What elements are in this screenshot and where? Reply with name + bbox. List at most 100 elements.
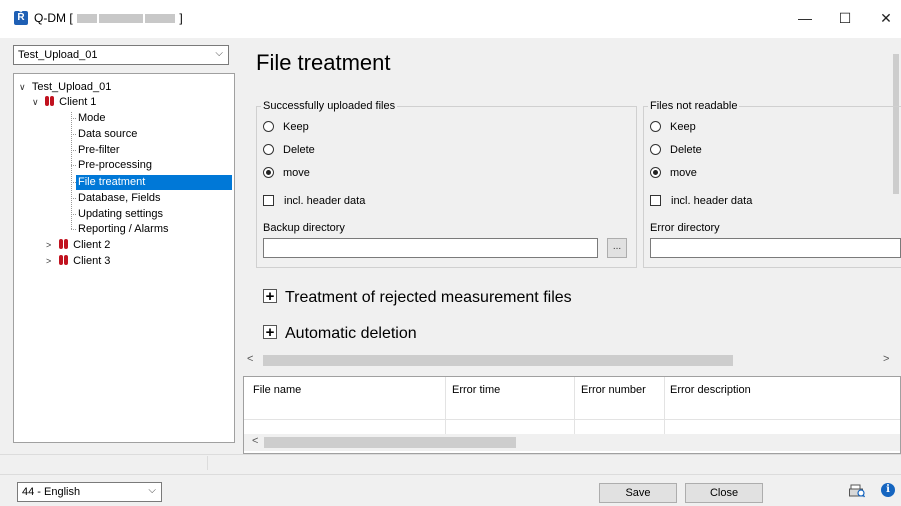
chevron-down-icon: ⌵ <box>215 48 223 59</box>
tree-item-updating-settings[interactable]: Updating settings <box>76 207 163 222</box>
language-select-value: 44 - English <box>22 486 81 498</box>
column-separator <box>664 377 665 437</box>
notreadable-move-radio[interactable]: move <box>650 166 697 180</box>
window-title: Q-DM [ ] <box>34 11 183 25</box>
expand-rejected-files[interactable]: + Treatment of rejected measurement files <box>263 288 572 308</box>
horizontal-scroll-thumb[interactable] <box>264 437 516 448</box>
column-separator <box>445 377 446 437</box>
client-icon <box>45 96 55 106</box>
expand-deletion-label: Automatic deletion <box>285 325 417 342</box>
success-move-radio[interactable]: move <box>263 166 310 180</box>
success-keep-radio[interactable]: Keep <box>263 120 309 134</box>
backup-directory-input[interactable] <box>263 238 598 258</box>
tree-item-reporting-alarms[interactable]: Reporting / Alarms <box>76 222 168 237</box>
not-readable-group-legend: Files not readable <box>650 100 738 112</box>
chevron-down-icon[interactable]: ∨ <box>32 95 42 110</box>
radio-icon[interactable] <box>263 121 274 132</box>
save-button[interactable]: Save <box>599 483 677 503</box>
tree-item-label: Data source <box>78 128 138 140</box>
radio-icon[interactable] <box>650 144 661 155</box>
expand-automatic-deletion[interactable]: + Automatic deletion <box>263 324 417 344</box>
tree-guide-line <box>71 112 72 229</box>
info-icon[interactable]: i <box>881 483 895 497</box>
column-header-error-number[interactable]: Error number <box>581 384 646 396</box>
tree-item-mode[interactable]: Mode <box>76 111 106 126</box>
column-header-error-description[interactable]: Error description <box>670 384 751 396</box>
expand-rejected-label: Treatment of rejected measurement files <box>285 289 572 306</box>
notreadable-delete-radio[interactable]: Delete <box>650 143 702 157</box>
page-title: File treatment <box>256 50 391 75</box>
tree-client-3-label: Client 3 <box>73 255 111 267</box>
window-title-suffix: ] <box>179 11 183 25</box>
plus-icon[interactable]: + <box>263 289 277 304</box>
plus-icon[interactable]: + <box>263 325 277 340</box>
column-header-file-name[interactable]: File name <box>253 384 301 396</box>
tree-item-label: Database, Fields <box>78 192 161 204</box>
radio-icon[interactable] <box>650 121 661 132</box>
redacted-text <box>99 14 144 24</box>
close-window-button[interactable]: ✕ <box>866 6 901 30</box>
browse-label: ... <box>612 241 622 252</box>
language-select[interactable]: 44 - English ⌵ <box>17 482 162 502</box>
client-icon <box>59 239 69 249</box>
tree-client-1-label: Client 1 <box>59 96 97 108</box>
radio-label: move <box>670 167 697 179</box>
tree-root[interactable]: ∨ Test_Upload_01 <box>19 80 111 95</box>
success-delete-radio[interactable]: Delete <box>263 143 315 157</box>
table-horizontal-scrollbar[interactable]: < <box>244 434 900 451</box>
notreadable-keep-radio[interactable]: Keep <box>650 120 696 134</box>
error-files-table: File name Error time Error number Error … <box>243 376 901 454</box>
minimize-button[interactable]: — <box>785 6 825 30</box>
tree-client-2-label: Client 2 <box>73 239 111 251</box>
redacted-text <box>77 14 98 24</box>
tree-item-pre-processing[interactable]: Pre-processing <box>76 158 152 173</box>
bottom-divider <box>0 474 901 475</box>
window-title-text: Q-DM [ <box>34 11 73 25</box>
tree-item-data-source[interactable]: Data source <box>76 127 137 142</box>
app-icon: Ř <box>14 11 28 25</box>
chevron-right-icon[interactable]: > <box>46 254 56 269</box>
scroll-left-icon[interactable]: < <box>252 435 258 447</box>
print-preview-icon[interactable] <box>849 484 865 498</box>
maximize-button[interactable]: ☐ <box>825 6 865 30</box>
tree-item-file-treatment[interactable]: File treatment <box>76 175 232 190</box>
navigation-tree: ∨ Test_Upload_01 ∨ Client 1 Mode Data so… <box>13 73 235 443</box>
radio-selected-icon[interactable] <box>650 167 661 178</box>
close-label: Close <box>709 487 739 499</box>
close-button[interactable]: Close <box>685 483 763 503</box>
maximize-icon: ☐ <box>838 10 852 26</box>
tree-client-2[interactable]: > Client 2 <box>46 238 110 253</box>
radio-label: move <box>283 167 310 179</box>
horizontal-scroll-thumb[interactable] <box>263 355 733 366</box>
configuration-select[interactable]: Test_Upload_01 ⌵ <box>13 45 229 65</box>
browse-button[interactable]: ... <box>607 238 627 258</box>
tree-item-database-fields[interactable]: Database, Fields <box>76 191 161 206</box>
redacted-text <box>145 14 176 24</box>
panel-horizontal-scrollbar[interactable]: < > <box>243 352 891 369</box>
radio-label: Delete <box>670 144 702 156</box>
tree-client-1[interactable]: ∨ Client 1 <box>32 95 96 110</box>
checkbox-icon[interactable] <box>650 195 661 206</box>
column-header-error-time[interactable]: Error time <box>452 384 500 396</box>
success-group-legend: Successfully uploaded files <box>263 100 396 112</box>
tree-item-label: Updating settings <box>78 208 163 220</box>
tree-client-3[interactable]: > Client 3 <box>46 254 110 269</box>
chevron-down-icon[interactable]: ∨ <box>19 80 29 95</box>
radio-selected-icon[interactable] <box>263 167 274 178</box>
tree-item-pre-filter[interactable]: Pre-filter <box>76 143 120 158</box>
status-bar-divider <box>0 454 901 455</box>
chevron-down-icon: ⌵ <box>148 485 156 496</box>
scroll-left-icon[interactable]: < <box>247 353 253 365</box>
scroll-right-icon[interactable]: > <box>883 353 889 365</box>
radio-label: Keep <box>283 121 309 133</box>
configuration-select-value: Test_Upload_01 <box>18 49 98 61</box>
table-row <box>244 419 900 420</box>
radio-icon[interactable] <box>263 144 274 155</box>
notreadable-header-checkbox[interactable]: incl. header data <box>650 194 752 208</box>
tree-root-label: Test_Upload_01 <box>31 81 112 93</box>
checkbox-icon[interactable] <box>263 195 274 206</box>
chevron-right-icon[interactable]: > <box>46 238 56 253</box>
success-header-checkbox[interactable]: incl. header data <box>263 194 365 208</box>
error-directory-input[interactable] <box>650 238 901 258</box>
tree-item-label: File treatment <box>78 176 146 188</box>
